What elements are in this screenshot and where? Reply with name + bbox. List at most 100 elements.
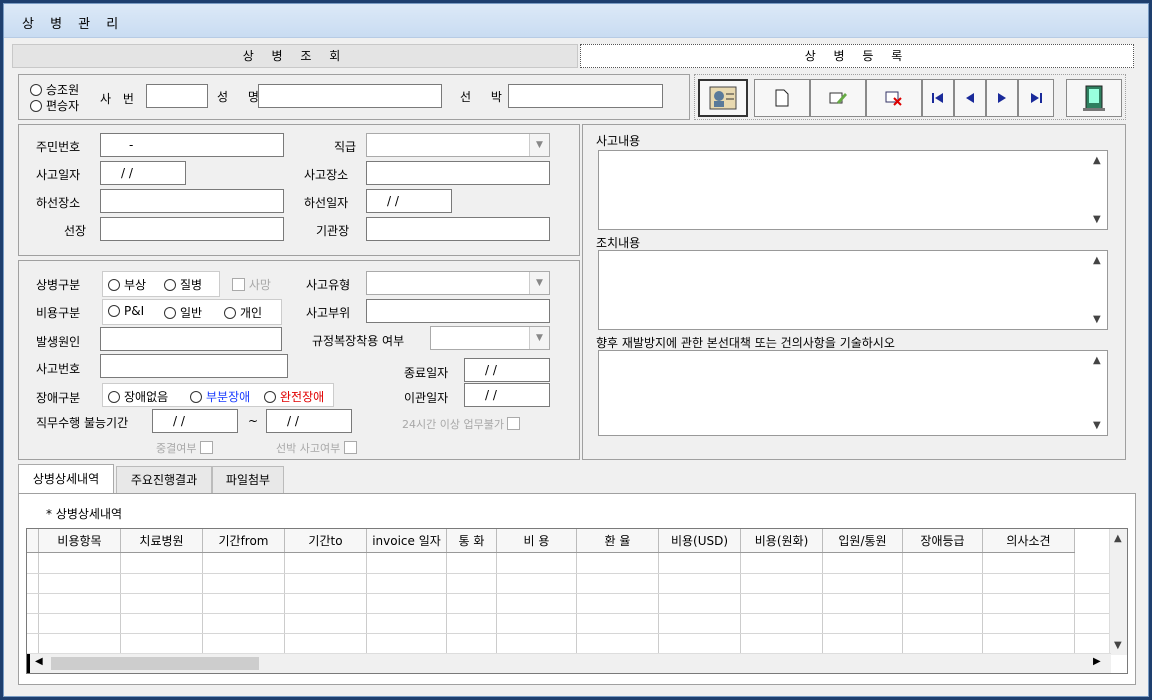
radio-crew[interactable]: 승조원: [30, 81, 79, 98]
chevron-down-icon: ▼: [529, 327, 549, 349]
tab-progress[interactable]: 주요진행결과: [116, 466, 212, 494]
grid-column-header[interactable]: 비 용: [497, 529, 577, 552]
disembark-place-input[interactable]: [100, 189, 284, 213]
grid-column-header[interactable]: 치료병원: [121, 529, 203, 552]
grid-column-line: [446, 553, 447, 653]
next-record-icon[interactable]: [986, 79, 1018, 117]
chief-engineer-label: 기관장: [316, 224, 350, 238]
table-row[interactable]: [27, 633, 1111, 634]
resident-label: 주민번호: [36, 140, 81, 154]
radio-dis-partial-label: 부분장애: [206, 390, 251, 404]
radio-pi[interactable]: P&I: [108, 304, 144, 318]
grid-column-header[interactable]: invoice 일자: [367, 529, 447, 552]
radio-injury[interactable]: 부상: [108, 276, 146, 293]
last-record-icon[interactable]: [1018, 79, 1054, 117]
accident-content-textarea[interactable]: ▲ ▼: [598, 150, 1108, 230]
severe-checkbox[interactable]: 중결여부: [156, 440, 213, 456]
first-record-icon[interactable]: [922, 79, 954, 117]
ship-input[interactable]: [508, 84, 663, 108]
transfer-date-input[interactable]: / /: [464, 383, 550, 407]
edit-icon[interactable]: [810, 79, 866, 117]
accident-part-input[interactable]: [366, 299, 550, 323]
grid-column-header[interactable]: 통 화: [447, 529, 497, 552]
rule-select[interactable]: ▼: [430, 326, 550, 350]
grid-column-header[interactable]: 기간from: [203, 529, 285, 552]
grid-column-header[interactable]: 비용(원화): [741, 529, 823, 552]
tab-detail[interactable]: 상병상세내역: [18, 464, 114, 494]
end-date-input[interactable]: / /: [464, 358, 550, 382]
grid-column-line: [38, 553, 39, 653]
exit-door-icon[interactable]: [1066, 79, 1122, 117]
grid-column-header[interactable]: 환 율: [577, 529, 659, 552]
tab-inquiry[interactable]: 상 병 조 회: [12, 44, 578, 68]
grid-column-header[interactable]: 입원/통원: [823, 529, 903, 552]
rank-select[interactable]: ▼: [366, 133, 550, 157]
cause-input[interactable]: [100, 327, 282, 351]
over-24h-checkbox[interactable]: 24시간 이상 업무불가: [402, 416, 521, 432]
scrollbar[interactable]: ▲ ▼: [1089, 151, 1107, 229]
radio-edit[interactable]: 편승자: [30, 97, 79, 114]
table-row[interactable]: [27, 593, 1111, 594]
resident-input[interactable]: -: [100, 133, 284, 157]
prev-record-icon[interactable]: [954, 79, 986, 117]
disability-label: 장애구분: [36, 391, 81, 405]
over-24h-label: 24시간 이상 업무불가: [402, 418, 504, 431]
grid-hscrollbar[interactable]: ◀ ▶: [27, 653, 1111, 673]
radio-general[interactable]: 일반: [164, 304, 202, 321]
radio-general-label: 일반: [180, 306, 203, 320]
table-row[interactable]: [27, 613, 1111, 614]
accident-no-input[interactable]: [100, 354, 288, 378]
prevent-textarea[interactable]: ▲ ▼: [598, 350, 1108, 436]
grid-header: 비용항목 치료병원 기간from 기간to invoice 일자 통 화비 용환 율 비용(…: [27, 529, 1075, 553]
tab-attachment[interactable]: 파일첨부: [212, 466, 284, 494]
radio-dis-partial[interactable]: 부분장애: [190, 388, 250, 405]
grid-column-line: [1074, 553, 1075, 653]
accident-type-select[interactable]: ▼: [366, 271, 550, 295]
grid-column-header[interactable]: 의사소견: [983, 529, 1075, 552]
death-checkbox[interactable]: 사망: [232, 276, 271, 293]
cause-label: 발생원인: [36, 335, 81, 349]
grid-caption: * 상병상세내역: [46, 507, 123, 521]
accident-place-input[interactable]: [366, 161, 550, 185]
scrollbar[interactable]: ▲ ▼: [1089, 251, 1107, 329]
grid-column-line: [982, 553, 983, 653]
disembark-date-input[interactable]: / /: [366, 189, 452, 213]
delete-icon[interactable]: [866, 79, 922, 117]
detail-grid[interactable]: 비용항목 치료병원 기간from 기간to invoice 일자 통 화비 용환 율 비용(…: [26, 528, 1128, 674]
grid-column-header[interactable]: 비용항목: [39, 529, 121, 552]
radio-edit-label: 편승자: [46, 99, 80, 113]
crew-card-icon[interactable]: [698, 79, 748, 117]
action-content-textarea[interactable]: ▲ ▼: [598, 250, 1108, 330]
accident-no-label: 사고번호: [36, 362, 81, 376]
unable-from-input[interactable]: / /: [152, 409, 238, 433]
unable-to-input[interactable]: / /: [266, 409, 352, 433]
radio-personal[interactable]: 개인: [224, 304, 262, 321]
radio-dis-none[interactable]: 장애없음: [108, 388, 168, 405]
chief-engineer-input[interactable]: [366, 217, 550, 241]
accident-date-input[interactable]: / /: [100, 161, 186, 185]
name-input[interactable]: [258, 84, 442, 108]
tab-register[interactable]: 상 병 등 록: [580, 44, 1134, 68]
unable-label: 직무수행 불능기간: [36, 416, 129, 430]
scroll-thumb[interactable]: [51, 657, 259, 670]
emp-no-input[interactable]: [146, 84, 208, 108]
radio-dis-full-label: 완전장애: [280, 390, 325, 404]
radio-disease[interactable]: 질병: [164, 276, 202, 293]
grid-column-line: [576, 553, 577, 653]
disembark-place-label: 하선장소: [36, 196, 81, 210]
captain-input[interactable]: [100, 217, 284, 241]
table-row[interactable]: [27, 573, 1111, 574]
scroll-left-icon[interactable]: ◀: [35, 656, 43, 667]
radio-dis-full[interactable]: 완전장애: [264, 388, 324, 405]
ship-label: 선 박: [460, 90, 510, 104]
ship-accident-checkbox[interactable]: 선박 사고여부: [276, 440, 357, 456]
grid-vscrollbar[interactable]: ▲ ▼: [1109, 529, 1127, 655]
grid-column-header[interactable]: 장애등급: [903, 529, 983, 552]
scroll-right-icon[interactable]: ▶: [1093, 656, 1101, 667]
scrollbar[interactable]: ▲ ▼: [1089, 351, 1107, 435]
grid-column-header[interactable]: 기간to: [285, 529, 367, 552]
grid-column-line: [120, 553, 121, 653]
death-label: 사망: [248, 278, 271, 292]
grid-column-header[interactable]: 비용(USD): [659, 529, 741, 552]
new-document-icon[interactable]: [754, 79, 810, 117]
